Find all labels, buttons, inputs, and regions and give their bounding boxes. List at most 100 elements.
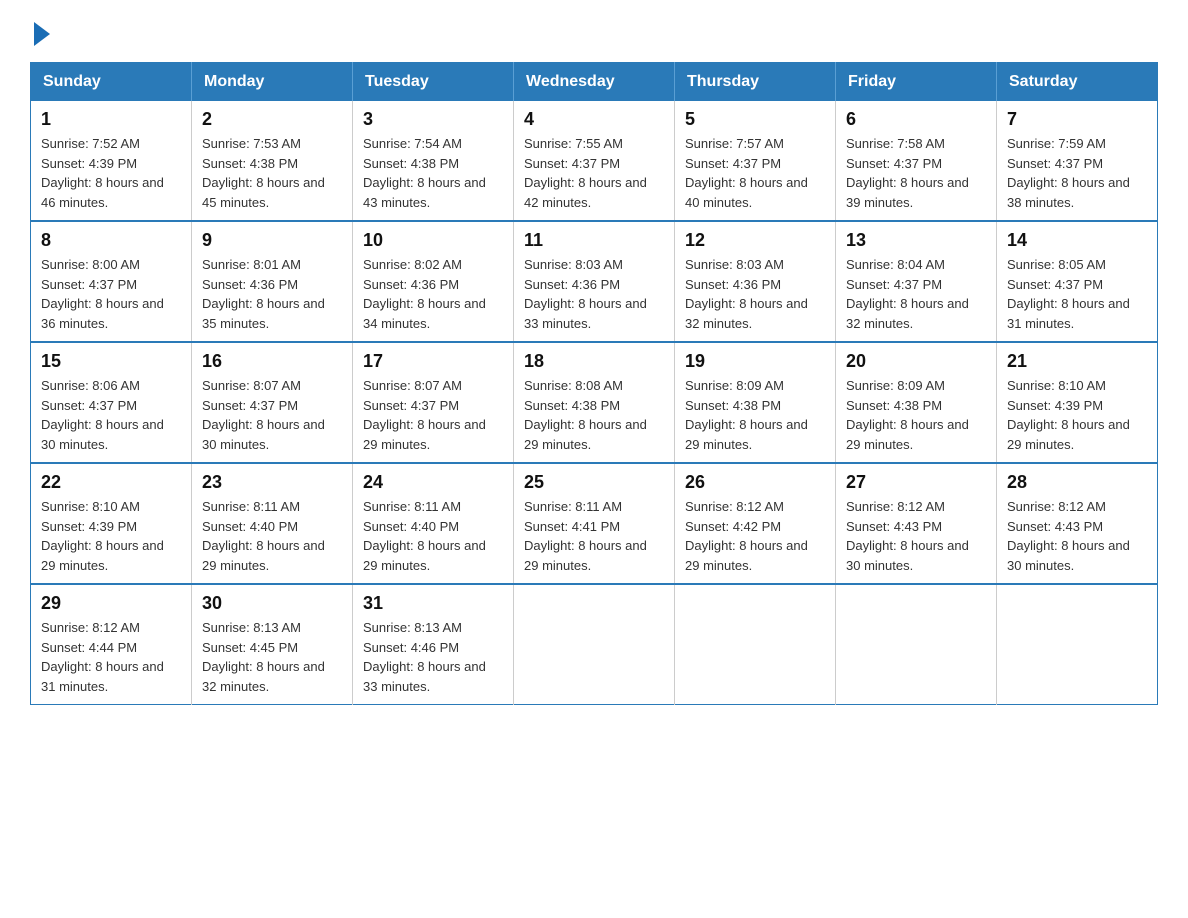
day-number: 8: [41, 230, 181, 251]
day-number: 26: [685, 472, 825, 493]
sunset-label: Sunset: 4:36 PM: [202, 277, 298, 292]
calendar-cell: 31 Sunrise: 8:13 AM Sunset: 4:46 PM Dayl…: [353, 584, 514, 705]
day-info: Sunrise: 8:12 AM Sunset: 4:43 PM Dayligh…: [1007, 497, 1147, 575]
daylight-label: Daylight: 8 hours and 29 minutes.: [524, 538, 647, 573]
sunrise-label: Sunrise: 8:12 AM: [846, 499, 945, 514]
day-info: Sunrise: 8:09 AM Sunset: 4:38 PM Dayligh…: [685, 376, 825, 454]
sunrise-label: Sunrise: 7:54 AM: [363, 136, 462, 151]
column-header-monday: Monday: [192, 63, 353, 102]
sunset-label: Sunset: 4:39 PM: [41, 156, 137, 171]
calendar-cell: 17 Sunrise: 8:07 AM Sunset: 4:37 PM Dayl…: [353, 342, 514, 463]
calendar-week-row: 29 Sunrise: 8:12 AM Sunset: 4:44 PM Dayl…: [31, 584, 1158, 705]
daylight-label: Daylight: 8 hours and 40 minutes.: [685, 175, 808, 210]
calendar-cell: 10 Sunrise: 8:02 AM Sunset: 4:36 PM Dayl…: [353, 221, 514, 342]
daylight-label: Daylight: 8 hours and 45 minutes.: [202, 175, 325, 210]
day-info: Sunrise: 8:07 AM Sunset: 4:37 PM Dayligh…: [202, 376, 342, 454]
day-number: 20: [846, 351, 986, 372]
day-number: 6: [846, 109, 986, 130]
sunset-label: Sunset: 4:40 PM: [363, 519, 459, 534]
day-number: 13: [846, 230, 986, 251]
sunrise-label: Sunrise: 7:55 AM: [524, 136, 623, 151]
day-number: 2: [202, 109, 342, 130]
calendar-cell: 28 Sunrise: 8:12 AM Sunset: 4:43 PM Dayl…: [997, 463, 1158, 584]
day-info: Sunrise: 8:12 AM Sunset: 4:43 PM Dayligh…: [846, 497, 986, 575]
calendar-cell: 6 Sunrise: 7:58 AM Sunset: 4:37 PM Dayli…: [836, 101, 997, 221]
calendar-cell: 26 Sunrise: 8:12 AM Sunset: 4:42 PM Dayl…: [675, 463, 836, 584]
daylight-label: Daylight: 8 hours and 39 minutes.: [846, 175, 969, 210]
daylight-label: Daylight: 8 hours and 30 minutes.: [1007, 538, 1130, 573]
calendar-cell: 20 Sunrise: 8:09 AM Sunset: 4:38 PM Dayl…: [836, 342, 997, 463]
day-info: Sunrise: 8:11 AM Sunset: 4:40 PM Dayligh…: [202, 497, 342, 575]
day-info: Sunrise: 7:55 AM Sunset: 4:37 PM Dayligh…: [524, 134, 664, 212]
calendar-week-row: 1 Sunrise: 7:52 AM Sunset: 4:39 PM Dayli…: [31, 101, 1158, 221]
sunrise-label: Sunrise: 8:05 AM: [1007, 257, 1106, 272]
daylight-label: Daylight: 8 hours and 29 minutes.: [363, 538, 486, 573]
sunrise-label: Sunrise: 8:10 AM: [41, 499, 140, 514]
day-number: 19: [685, 351, 825, 372]
sunset-label: Sunset: 4:43 PM: [846, 519, 942, 534]
calendar-cell: 29 Sunrise: 8:12 AM Sunset: 4:44 PM Dayl…: [31, 584, 192, 705]
calendar-cell: 30 Sunrise: 8:13 AM Sunset: 4:45 PM Dayl…: [192, 584, 353, 705]
daylight-label: Daylight: 8 hours and 30 minutes.: [41, 417, 164, 452]
day-number: 11: [524, 230, 664, 251]
sunset-label: Sunset: 4:37 PM: [846, 277, 942, 292]
sunrise-label: Sunrise: 8:13 AM: [202, 620, 301, 635]
daylight-label: Daylight: 8 hours and 29 minutes.: [846, 417, 969, 452]
sunset-label: Sunset: 4:42 PM: [685, 519, 781, 534]
day-info: Sunrise: 7:59 AM Sunset: 4:37 PM Dayligh…: [1007, 134, 1147, 212]
sunset-label: Sunset: 4:38 PM: [363, 156, 459, 171]
calendar-cell: 5 Sunrise: 7:57 AM Sunset: 4:37 PM Dayli…: [675, 101, 836, 221]
day-info: Sunrise: 8:03 AM Sunset: 4:36 PM Dayligh…: [685, 255, 825, 333]
calendar-cell: [675, 584, 836, 705]
day-info: Sunrise: 8:12 AM Sunset: 4:44 PM Dayligh…: [41, 618, 181, 696]
sunrise-label: Sunrise: 8:09 AM: [685, 378, 784, 393]
sunrise-label: Sunrise: 8:11 AM: [202, 499, 300, 514]
daylight-label: Daylight: 8 hours and 33 minutes.: [524, 296, 647, 331]
calendar-cell: 22 Sunrise: 8:10 AM Sunset: 4:39 PM Dayl…: [31, 463, 192, 584]
sunrise-label: Sunrise: 8:12 AM: [1007, 499, 1106, 514]
sunrise-label: Sunrise: 8:03 AM: [685, 257, 784, 272]
day-number: 30: [202, 593, 342, 614]
calendar-cell: 24 Sunrise: 8:11 AM Sunset: 4:40 PM Dayl…: [353, 463, 514, 584]
calendar-cell: 12 Sunrise: 8:03 AM Sunset: 4:36 PM Dayl…: [675, 221, 836, 342]
sunset-label: Sunset: 4:39 PM: [41, 519, 137, 534]
sunrise-label: Sunrise: 7:59 AM: [1007, 136, 1106, 151]
calendar-cell: [997, 584, 1158, 705]
sunset-label: Sunset: 4:36 PM: [363, 277, 459, 292]
day-info: Sunrise: 7:53 AM Sunset: 4:38 PM Dayligh…: [202, 134, 342, 212]
calendar-cell: [514, 584, 675, 705]
sunset-label: Sunset: 4:37 PM: [846, 156, 942, 171]
daylight-label: Daylight: 8 hours and 35 minutes.: [202, 296, 325, 331]
daylight-label: Daylight: 8 hours and 30 minutes.: [202, 417, 325, 452]
sunrise-label: Sunrise: 8:09 AM: [846, 378, 945, 393]
sunrise-label: Sunrise: 8:12 AM: [41, 620, 140, 635]
calendar-week-row: 15 Sunrise: 8:06 AM Sunset: 4:37 PM Dayl…: [31, 342, 1158, 463]
day-info: Sunrise: 8:11 AM Sunset: 4:41 PM Dayligh…: [524, 497, 664, 575]
daylight-label: Daylight: 8 hours and 38 minutes.: [1007, 175, 1130, 210]
day-info: Sunrise: 8:10 AM Sunset: 4:39 PM Dayligh…: [41, 497, 181, 575]
daylight-label: Daylight: 8 hours and 30 minutes.: [846, 538, 969, 573]
day-info: Sunrise: 7:52 AM Sunset: 4:39 PM Dayligh…: [41, 134, 181, 212]
sunset-label: Sunset: 4:37 PM: [363, 398, 459, 413]
day-number: 17: [363, 351, 503, 372]
calendar-cell: 4 Sunrise: 7:55 AM Sunset: 4:37 PM Dayli…: [514, 101, 675, 221]
daylight-label: Daylight: 8 hours and 29 minutes.: [685, 417, 808, 452]
sunrise-label: Sunrise: 8:13 AM: [363, 620, 462, 635]
sunset-label: Sunset: 4:38 PM: [846, 398, 942, 413]
calendar-header-row: SundayMondayTuesdayWednesdayThursdayFrid…: [31, 63, 1158, 102]
daylight-label: Daylight: 8 hours and 42 minutes.: [524, 175, 647, 210]
column-header-wednesday: Wednesday: [514, 63, 675, 102]
logo: [30, 20, 50, 42]
day-number: 21: [1007, 351, 1147, 372]
day-info: Sunrise: 8:12 AM Sunset: 4:42 PM Dayligh…: [685, 497, 825, 575]
daylight-label: Daylight: 8 hours and 29 minutes.: [41, 538, 164, 573]
day-info: Sunrise: 8:01 AM Sunset: 4:36 PM Dayligh…: [202, 255, 342, 333]
daylight-label: Daylight: 8 hours and 36 minutes.: [41, 296, 164, 331]
day-number: 15: [41, 351, 181, 372]
sunrise-label: Sunrise: 7:58 AM: [846, 136, 945, 151]
day-number: 24: [363, 472, 503, 493]
calendar-cell: 15 Sunrise: 8:06 AM Sunset: 4:37 PM Dayl…: [31, 342, 192, 463]
daylight-label: Daylight: 8 hours and 31 minutes.: [1007, 296, 1130, 331]
calendar-cell: 7 Sunrise: 7:59 AM Sunset: 4:37 PM Dayli…: [997, 101, 1158, 221]
day-number: 4: [524, 109, 664, 130]
